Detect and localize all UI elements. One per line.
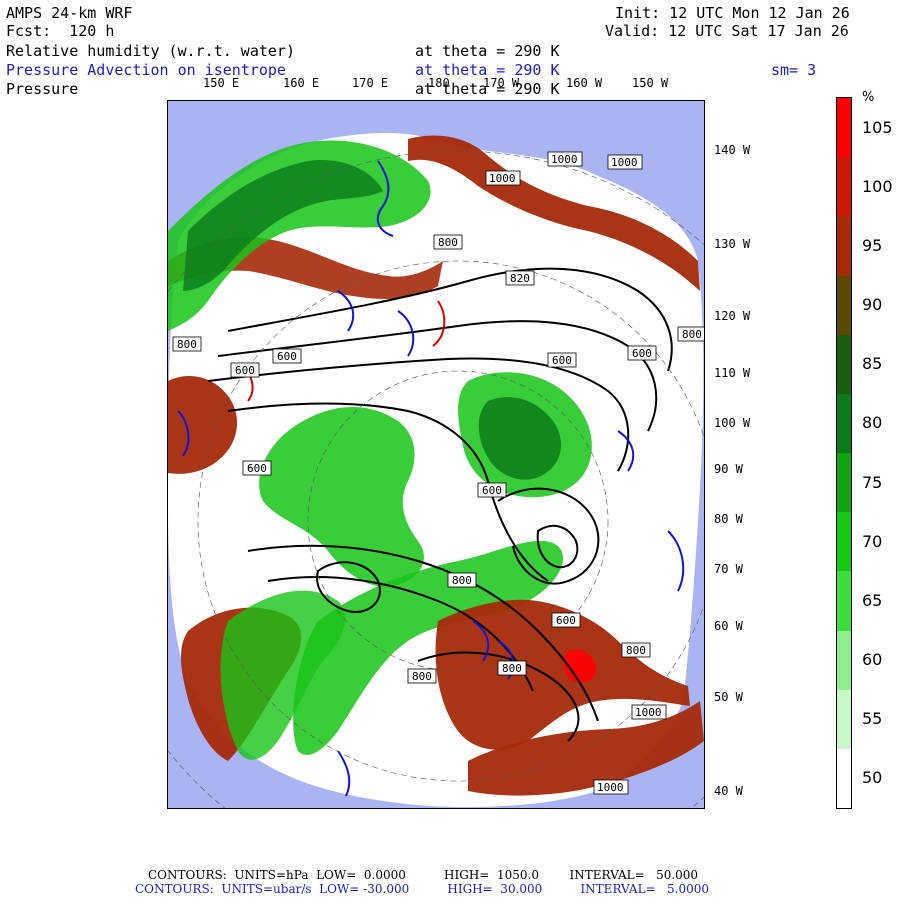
pressure-label: 820 bbox=[505, 270, 535, 286]
smoothing-label: sm= 3 bbox=[771, 61, 817, 79]
svg-text:800: 800 bbox=[502, 662, 522, 675]
pressure-label: 600 bbox=[551, 612, 581, 628]
colorbar-unit: % bbox=[862, 90, 875, 105]
pressure-label: 1000 bbox=[631, 704, 667, 720]
svg-text:600: 600 bbox=[277, 350, 297, 363]
lon-label-150w: 150 W bbox=[632, 76, 669, 90]
field-padv-label: Pressure Advection on isentrope bbox=[6, 61, 286, 79]
colorbar-label: 70 bbox=[862, 531, 883, 551]
pressure-label: 600 bbox=[230, 362, 260, 378]
svg-text:1000: 1000 bbox=[635, 706, 662, 719]
colorbar-segment bbox=[837, 98, 851, 158]
colorbar-label: 95 bbox=[862, 235, 883, 255]
colorbar-label: 65 bbox=[862, 590, 883, 610]
lon-label-70w: 70 W bbox=[714, 562, 743, 576]
pressure-label: 1000 bbox=[593, 779, 629, 795]
colorbar-segment bbox=[837, 216, 851, 276]
svg-text:600: 600 bbox=[235, 364, 255, 377]
svg-text:1000: 1000 bbox=[597, 781, 624, 794]
colorbar-label: 80 bbox=[862, 413, 883, 433]
lon-label-170w: 170 W bbox=[483, 76, 520, 90]
lon-label-170e: 170 E bbox=[352, 76, 389, 90]
map-panel: 1000 1000 1000 800 820 800 600 600 600 8… bbox=[167, 100, 705, 809]
lon-label-150e: 150 E bbox=[203, 76, 240, 90]
svg-text:800: 800 bbox=[452, 574, 472, 587]
contour-info-pressure: CONTOURS: UNITS=hPa LOW= 0.0000 HIGH= 10… bbox=[148, 868, 699, 882]
pressure-label: 1000 bbox=[485, 170, 521, 186]
colorbar-segment bbox=[837, 512, 851, 572]
pressure-label: 1000 bbox=[607, 154, 643, 170]
colorbar-segment bbox=[837, 157, 851, 217]
lon-label-40w: 40 W bbox=[714, 784, 743, 798]
map-canvas: 1000 1000 1000 800 820 800 600 600 600 8… bbox=[168, 101, 704, 808]
svg-text:600: 600 bbox=[482, 484, 502, 497]
colorbar-label: 85 bbox=[862, 354, 883, 374]
pressure-label: 800 bbox=[433, 234, 463, 250]
pressure-label: 600 bbox=[627, 345, 657, 361]
svg-text:800: 800 bbox=[438, 236, 458, 249]
pressure-label: 800 bbox=[497, 660, 527, 676]
lon-label-160w: 160 W bbox=[566, 76, 603, 90]
colorbar-label: 100 bbox=[862, 176, 893, 196]
pressure-label: 800 bbox=[677, 326, 704, 342]
svg-text:800: 800 bbox=[177, 338, 197, 351]
pressure-label: 600 bbox=[477, 482, 507, 498]
svg-text:1000: 1000 bbox=[489, 172, 516, 185]
colorbar-label: 55 bbox=[862, 709, 883, 729]
colorbar-segment bbox=[837, 393, 851, 454]
pressure-label: 800 bbox=[447, 572, 477, 588]
svg-text:600: 600 bbox=[556, 614, 576, 627]
lon-label-110w: 110 W bbox=[714, 366, 751, 380]
colorbar bbox=[836, 97, 852, 809]
svg-text:600: 600 bbox=[552, 354, 572, 367]
colorbar-label: 50 bbox=[862, 768, 883, 788]
colorbar-label: 60 bbox=[862, 650, 883, 670]
pressure-label: 800 bbox=[621, 642, 651, 658]
field-rh-label: Relative humidity (w.r.t. water) bbox=[6, 42, 295, 60]
svg-text:1000: 1000 bbox=[551, 153, 578, 166]
svg-text:800: 800 bbox=[682, 328, 702, 341]
lon-label-130w: 130 W bbox=[714, 237, 751, 251]
svg-text:800: 800 bbox=[412, 670, 432, 683]
theta-label-1: at theta = 290 K bbox=[415, 42, 560, 60]
lon-label-90w: 90 W bbox=[714, 462, 743, 476]
svg-text:600: 600 bbox=[632, 347, 652, 360]
svg-text:800: 800 bbox=[626, 644, 646, 657]
colorbar-segment bbox=[837, 748, 851, 809]
pressure-label: 800 bbox=[407, 668, 437, 684]
lon-label-60w: 60 W bbox=[714, 619, 743, 633]
lon-label-80w: 80 W bbox=[714, 512, 743, 526]
contour-info-advection: CONTOURS: UNITS=ubar/s LOW= -30.000 HIGH… bbox=[135, 882, 710, 896]
init-time: Init: 12 UTC Mon 12 Jan 26 bbox=[615, 4, 850, 22]
valid-time: Valid: 12 UTC Sat 17 Jan 26 bbox=[605, 22, 849, 40]
lon-label-120w: 120 W bbox=[714, 309, 751, 323]
model-title: AMPS 24-km WRF bbox=[6, 4, 133, 22]
lon-label-140w: 140 W bbox=[714, 143, 751, 157]
colorbar-label: 105 bbox=[862, 117, 893, 137]
field-pressure-label: Pressure bbox=[6, 80, 79, 98]
pressure-label: 600 bbox=[272, 348, 302, 364]
colorbar-segment bbox=[837, 630, 851, 691]
colorbar-segment bbox=[837, 571, 851, 631]
pressure-label: 600 bbox=[547, 352, 577, 368]
forecast-hour: Fcst: 120 h bbox=[6, 22, 115, 40]
colorbar-segment bbox=[837, 275, 851, 336]
lon-label-160e: 160 E bbox=[283, 76, 320, 90]
lon-label-180: 180 bbox=[428, 76, 450, 90]
pressure-label: 600 bbox=[242, 460, 272, 476]
colorbar-label: 75 bbox=[862, 472, 883, 492]
lon-label-50w: 50 W bbox=[714, 690, 743, 704]
colorbar-segment bbox=[837, 689, 851, 750]
colorbar-label: 90 bbox=[862, 295, 883, 315]
pressure-label: 800 bbox=[172, 336, 202, 352]
svg-text:1000: 1000 bbox=[611, 156, 638, 169]
pressure-label: 1000 bbox=[547, 151, 583, 167]
colorbar-segment bbox=[837, 334, 851, 395]
lon-label-100w: 100 W bbox=[714, 416, 751, 430]
colorbar-segment bbox=[837, 453, 851, 513]
svg-text:820: 820 bbox=[510, 272, 530, 285]
svg-text:600: 600 bbox=[247, 462, 267, 475]
